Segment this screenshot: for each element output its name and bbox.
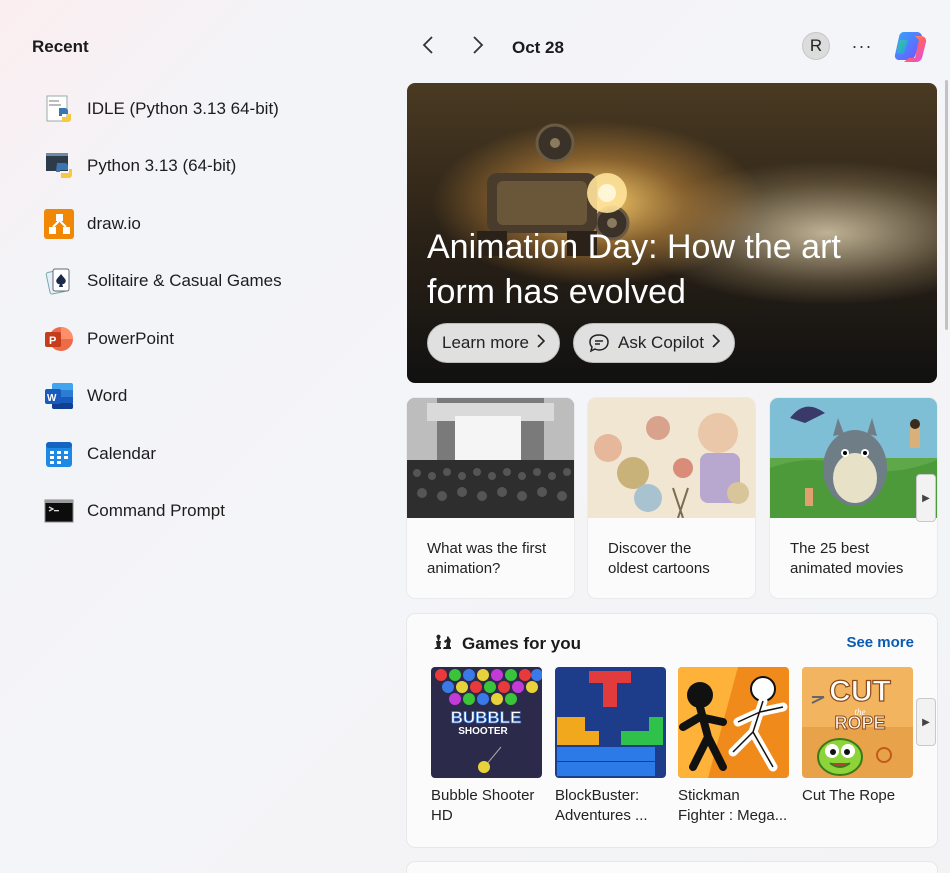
- blockbuster-image: [555, 667, 666, 778]
- story-card-text: Discover the oldest cartoons: [608, 540, 710, 577]
- recent-item-command-prompt[interactable]: Command Prompt: [44, 483, 282, 541]
- back-button[interactable]: [414, 33, 442, 61]
- recent-item-label: Calendar: [87, 443, 156, 463]
- svg-text:P: P: [49, 335, 56, 347]
- ask-copilot-label: Ask Copilot: [618, 333, 704, 352]
- game-tile[interactable]: CUT the ROPE Cut The Rope: [802, 667, 913, 806]
- svg-text:CUT: CUT: [829, 675, 891, 708]
- story-card-text: What was the first animation?: [427, 540, 547, 577]
- recent-item-label: Word: [87, 386, 128, 406]
- recent-item-idle[interactable]: IDLE (Python 3.13 64-bit): [44, 80, 282, 138]
- feed-topbar: Oct 28 R ···: [408, 28, 938, 66]
- recent-item-label: Solitaire & Casual Games: [87, 271, 282, 291]
- solitaire-icon: [44, 266, 74, 296]
- game-title: Cut The Rope: [802, 787, 896, 804]
- story-card[interactable]: What was the first animation?: [407, 398, 574, 598]
- story-card[interactable]: Discover the oldest cartoons: [588, 398, 755, 598]
- recent-list: IDLE (Python 3.13 64-bit) Python 3.13 (6…: [44, 80, 282, 540]
- recent-item-powerpoint[interactable]: P PowerPoint: [44, 310, 282, 368]
- ask-copilot-button[interactable]: Ask Copilot: [573, 323, 735, 363]
- caret-right-icon: ▶: [922, 716, 930, 728]
- hero-title: Animation Day: How the art form has evol…: [427, 228, 841, 311]
- svg-text:ROPE: ROPE: [834, 713, 885, 733]
- recent-item-label: Python 3.13 (64-bit): [87, 156, 237, 176]
- recent-item-label: PowerPoint: [87, 328, 174, 348]
- powerpoint-icon: P: [44, 324, 74, 354]
- game-tile[interactable]: Stickman Fighter : Mega...: [678, 667, 789, 826]
- recent-item-solitaire[interactable]: Solitaire & Casual Games: [44, 253, 282, 311]
- games-header: Games for you: [432, 632, 581, 655]
- recent-title: Recent: [32, 37, 89, 56]
- chevron-right-icon: [712, 333, 721, 353]
- drawio-icon: [44, 208, 74, 239]
- game-tile[interactable]: BlockBuster: Adventures ...: [555, 667, 666, 826]
- game-title: Bubble Shooter HD: [431, 787, 535, 824]
- cartoon-image: [588, 398, 755, 518]
- feed-date: Oct 28: [512, 38, 564, 57]
- svg-text:W: W: [47, 393, 57, 404]
- totoro-image: [770, 398, 937, 518]
- games-card: Games for you See more BUBBLE SHOOTER Bu…: [407, 614, 937, 847]
- copilot-icon: [891, 31, 931, 70]
- caret-right-icon: ▶: [922, 492, 930, 504]
- game-title: Stickman Fighter : Mega...: [678, 787, 788, 824]
- recent-item-calendar[interactable]: Calendar: [44, 425, 282, 483]
- chevron-right-icon: [537, 333, 546, 353]
- cinema-image: [407, 398, 574, 518]
- recent-item-python[interactable]: Python 3.13 (64-bit): [44, 138, 282, 196]
- learn-more-label: Learn more: [442, 333, 529, 352]
- chevron-left-icon: [421, 35, 435, 60]
- forward-button[interactable]: [464, 33, 492, 61]
- chevron-right-icon: [471, 35, 485, 60]
- recent-item-drawio[interactable]: draw.io: [44, 195, 282, 253]
- svg-text:SHOOTER: SHOOTER: [458, 726, 508, 737]
- svg-text:BUBBLE: BUBBLE: [451, 708, 522, 727]
- story-card-text: The 25 best animated movies: [790, 540, 904, 577]
- hero-card[interactable]: Animation Day: How the art form has evol…: [407, 83, 937, 383]
- recent-item-label: Command Prompt: [87, 501, 225, 521]
- avatar[interactable]: R: [802, 32, 830, 60]
- cards-scroll-right-button[interactable]: ▶: [916, 474, 936, 522]
- copilot-button[interactable]: [891, 28, 931, 66]
- game-tile[interactable]: BUBBLE SHOOTER Bubble Shooter HD: [431, 667, 542, 826]
- recent-item-label: IDLE (Python 3.13 64-bit): [87, 98, 279, 118]
- stickman-fighter-image: [678, 667, 789, 778]
- recent-item-label: draw.io: [87, 213, 141, 233]
- chess-pieces-icon: [432, 632, 452, 655]
- recent-item-word[interactable]: W Word: [44, 368, 282, 426]
- cut-the-rope-image: CUT the ROPE: [802, 667, 913, 778]
- command-prompt-icon: [44, 496, 74, 526]
- games-scroll-right-button[interactable]: ▶: [916, 698, 936, 746]
- more-options-button[interactable]: ···: [848, 32, 876, 60]
- bubble-shooter-image: BUBBLE SHOOTER: [431, 667, 542, 778]
- see-more-link[interactable]: See more: [846, 634, 914, 651]
- calendar-icon: [44, 439, 74, 469]
- next-feed-card: [407, 862, 937, 873]
- word-icon: W: [44, 381, 74, 411]
- game-title: BlockBuster: Adventures ...: [555, 787, 648, 824]
- idle-icon: [44, 94, 74, 124]
- learn-more-button[interactable]: Learn more: [427, 323, 560, 363]
- games-title: Games for you: [462, 633, 582, 653]
- python-icon: [44, 151, 74, 181]
- recent-panel: Recent IDLE (Python 3.13 64-bit) Python …: [0, 0, 395, 873]
- story-card[interactable]: The 25 best animated movies: [770, 398, 937, 598]
- chat-bubble-icon: [588, 333, 610, 353]
- feed-scrollbar[interactable]: [945, 80, 948, 330]
